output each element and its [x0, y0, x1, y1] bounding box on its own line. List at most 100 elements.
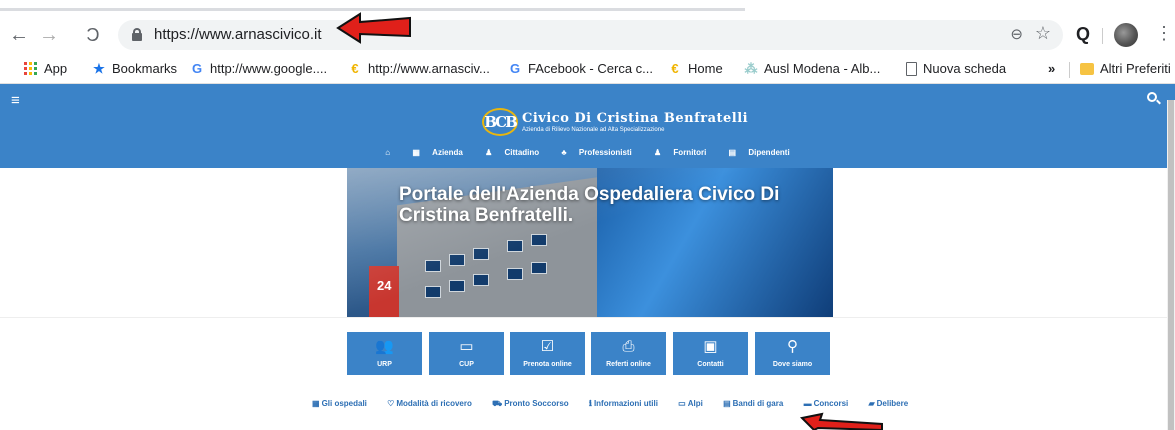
stethoscope-icon: ♡ [387, 399, 395, 408]
bookmark-label: Nuova scheda [923, 61, 1007, 76]
document-icon [906, 61, 917, 76]
toolbar-separator [1102, 28, 1103, 44]
site-header: ≡ BCB Civico Di Cristina Benfratelli Azi… [0, 84, 1175, 168]
hero-divider [0, 317, 1175, 318]
bookmark-item-google[interactable]: G http://www.google.... [190, 61, 327, 76]
tile-contatti[interactable]: ▣ Contatti [673, 332, 748, 375]
tab-strip [0, 0, 1175, 14]
menu-kebab-icon[interactable]: ⋮ [1155, 23, 1173, 44]
link-alpi[interactable]: ▭ Alpi [678, 399, 712, 408]
map-marker-icon: ⚲ [787, 338, 798, 355]
tile-prenota-online[interactable]: ☑ Prenota online [510, 332, 585, 375]
reload-icon: C [86, 25, 100, 45]
tile-cup[interactable]: ▭ CUP [429, 332, 504, 375]
forward-button[interactable]: → [36, 22, 62, 48]
apps-grid-icon [24, 61, 38, 76]
bookmark-item-facebook[interactable]: G FAcebook - Cerca c... [508, 61, 653, 76]
bookmark-star-icon[interactable]: ☆ [1035, 23, 1051, 44]
page-scrollbar[interactable] [1167, 100, 1175, 430]
bookmark-label: Home [688, 61, 723, 76]
hospital-icon: ▦ [312, 399, 320, 408]
reload-button[interactable]: C [80, 22, 106, 48]
site-subtitle: Azienda di Rilievo Nazionale ad Alta Spe… [522, 127, 665, 133]
arrow-left-icon: ← [9, 24, 29, 46]
id-card-icon: ▤ [728, 148, 737, 157]
arrow-right-icon: → [39, 24, 59, 46]
arrow-shape [336, 12, 411, 44]
briefcase-icon: ▬ [803, 399, 812, 408]
bookmark-item-nuova-scheda[interactable]: Nuova scheda [906, 61, 1006, 76]
bookmarks-bar: App ★ Bookmarks G http://www.google.... … [0, 56, 1175, 84]
zoom-icon[interactable]: ⊖ [1010, 25, 1023, 43]
site-title: Civico Di Cristina Benfratelli [522, 111, 749, 126]
hero-title: Portale dell'Azienda Ospedaliera Civico … [399, 184, 780, 226]
bookmark-label: Altri Preferiti [1100, 61, 1171, 76]
nav-professionisti[interactable]: ♣ Professionisti [556, 148, 636, 157]
bookmark-label: FAcebook - Cerca c... [528, 61, 653, 76]
scrollbar-thumb[interactable] [1168, 100, 1174, 430]
hamburger-menu-icon[interactable]: ≡ [11, 92, 20, 109]
tile-referti-online[interactable]: ⎙ Referti online [591, 332, 666, 375]
link-concorsi[interactable]: ▬ Concorsi [804, 399, 858, 408]
users-icon: 👥 [375, 338, 394, 355]
site-nav: ⌂ ▦ Azienda ♟ Cittadino ♣ Professionisti… [0, 148, 1175, 157]
back-button[interactable]: ← [6, 22, 32, 48]
address-book-icon: ▣ [703, 338, 718, 355]
link-gli-ospedali[interactable]: ▦ Gli ospedali [312, 399, 376, 408]
user-tie-icon: ♟ [654, 148, 662, 157]
profile-avatar[interactable] [1114, 23, 1138, 47]
bookmark-item-apps[interactable]: App [24, 61, 67, 76]
annotation-arrow-concorsi [799, 412, 883, 430]
bookmark-label: App [44, 61, 68, 76]
google-icon: G [509, 60, 521, 76]
quick-links: ▦ Gli ospedali ♡ Modalità di ricovero ⛟ Pro… [312, 399, 926, 409]
bookmark-item-home[interactable]: € Home [668, 60, 723, 76]
bookmark-folder-other[interactable]: Altri Preferiti [1080, 61, 1171, 76]
calendar-check-icon: ☑ [540, 338, 555, 355]
bookmark-label: Ausl Modena - Alb... [764, 61, 881, 76]
bookmark-item-ausl[interactable]: ⁂ Ausl Modena - Alb... [744, 61, 881, 76]
arrow-shape [799, 412, 883, 430]
link-informazioni-utili[interactable]: ℹ Informazioni utili [589, 399, 667, 408]
tile-urp[interactable]: 👥 URP [347, 332, 422, 375]
link-pronto-soccorso[interactable]: ⛟ Pronto Soccorso [492, 399, 578, 408]
user-icon: ♟ [485, 148, 493, 157]
toolbar: ← → C https://www.arnascivico.it ⊖ ☆ Q ⋮ [0, 14, 1175, 56]
link-bandi-di-gara[interactable]: ▤ Bandi di gara [723, 399, 792, 408]
info-icon: ℹ [588, 399, 592, 408]
url-text[interactable]: https://www.arnascivico.it [154, 26, 322, 43]
lock-icon [132, 28, 142, 41]
tile-dove-siamo[interactable]: ⚲ Dove siamo [755, 332, 830, 375]
search-icon[interactable] [1147, 92, 1161, 106]
site-favicon: € [351, 60, 359, 76]
hero-banner: 24 Portale dell'Azienda Ospedaliera Civi… [347, 168, 833, 318]
annotation-arrow-url [336, 12, 411, 44]
desktop-icon: ▭ [459, 338, 474, 355]
site-favicon: € [671, 60, 679, 76]
ambulance-icon: ⛟ [492, 399, 503, 408]
bookmarks-overflow-button[interactable]: » [1048, 61, 1055, 76]
home-icon: ⌂ [385, 148, 391, 157]
google-icon: G [191, 60, 203, 76]
nav-azienda[interactable]: ▦ Azienda [407, 148, 467, 157]
users-icon: ♣ [561, 148, 567, 157]
link-modalita-ricovero[interactable]: ♡ Modalità di ricovero [387, 399, 481, 408]
bookmark-item-bookmarks[interactable]: ★ Bookmarks [92, 61, 177, 76]
book-icon: ▰ [868, 399, 875, 408]
nav-cittadino[interactable]: ♟ Cittadino [480, 148, 544, 157]
credit-card-icon: ▭ [678, 399, 686, 408]
site-logo[interactable]: BCB Civico Di Cristina Benfratelli Azien… [482, 108, 748, 136]
nav-fornitori[interactable]: ♟ Fornitori [649, 148, 711, 157]
nav-dipendenti[interactable]: ▤ Dipendenti [724, 148, 795, 157]
nav-home[interactable]: ⌂ [380, 148, 395, 157]
bookmark-label: http://www.google.... [210, 61, 328, 76]
logo-mark: BCB [482, 108, 518, 136]
pdf-file-icon: ⎙ [622, 338, 635, 355]
building-icon: ▦ [412, 148, 420, 157]
link-delibere[interactable]: ▰ Delibere [868, 399, 917, 408]
folder-icon [1080, 62, 1094, 75]
bookmark-item-arnascivico[interactable]: € http://www.arnasciv... [348, 60, 489, 76]
extension-icon[interactable]: Q [1076, 24, 1090, 45]
bookmark-label: Bookmarks [112, 61, 178, 76]
address-bar[interactable]: https://www.arnascivico.it ⊖ ☆ [118, 20, 1063, 50]
